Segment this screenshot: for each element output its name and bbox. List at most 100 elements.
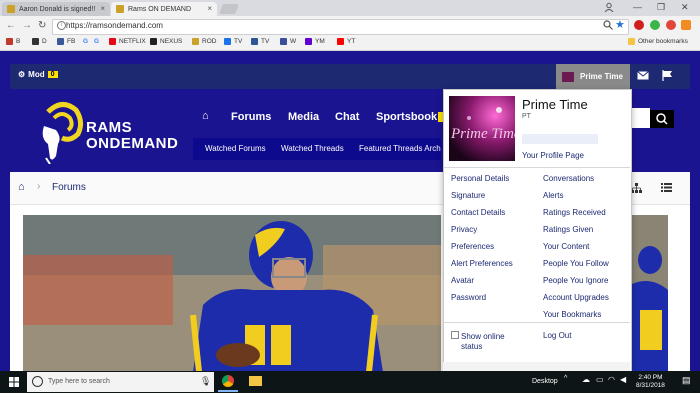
subnav-watched-forums[interactable]: Watched Forums bbox=[205, 144, 266, 153]
subnav-watched-threads[interactable]: Watched Threads bbox=[281, 144, 344, 153]
subnav-featured-threads[interactable]: Featured Threads Arch bbox=[359, 144, 441, 153]
bookmark-item[interactable]: D bbox=[32, 38, 47, 45]
link-your-bookmarks[interactable]: Your Bookmarks bbox=[543, 310, 601, 319]
avatar[interactable]: Prime Time bbox=[449, 96, 521, 161]
star-icon[interactable]: ★ bbox=[615, 18, 625, 31]
network-icon[interactable]: ▭ bbox=[596, 375, 604, 384]
bookmark-item[interactable]: NETFLIX bbox=[109, 38, 146, 45]
link-your-content[interactable]: Your Content bbox=[543, 242, 589, 251]
chrome-taskbar-icon[interactable] bbox=[222, 375, 234, 387]
gear-icon: ⚙ bbox=[18, 70, 26, 79]
brave-extension-icon[interactable] bbox=[681, 20, 691, 30]
link-contact-details[interactable]: Contact Details bbox=[451, 208, 505, 217]
flag-icon[interactable] bbox=[662, 70, 673, 83]
link-avatar[interactable]: Avatar bbox=[451, 276, 474, 285]
logout-link[interactable]: Log Out bbox=[543, 331, 571, 340]
nav-chat[interactable]: Chat bbox=[335, 111, 359, 123]
link-people-you-follow[interactable]: People You Follow bbox=[543, 259, 609, 268]
cloud-icon[interactable]: ☁ bbox=[582, 375, 590, 384]
user-menu-button[interactable]: Prime Time bbox=[556, 64, 630, 89]
extension-icon[interactable] bbox=[650, 20, 660, 30]
envelope-icon[interactable] bbox=[637, 71, 649, 82]
forward-icon[interactable]: → bbox=[22, 20, 32, 31]
bookmark-item[interactable]: G bbox=[83, 38, 88, 45]
link-password[interactable]: Password bbox=[451, 293, 486, 302]
bookmark-item[interactable]: NEXUS bbox=[150, 38, 182, 45]
link-privacy[interactable]: Privacy bbox=[451, 225, 477, 234]
search-icon bbox=[656, 113, 668, 125]
zoom-icon[interactable] bbox=[603, 20, 613, 32]
profile-page-link[interactable]: Your Profile Page bbox=[522, 151, 584, 160]
opera-extension-icon[interactable] bbox=[634, 20, 644, 30]
site-logo-text[interactable]: RAMS ONDEMAND bbox=[86, 120, 178, 152]
mod-count-badge: 0 bbox=[47, 71, 58, 78]
mod-menu[interactable]: ⚙ Mod 0 bbox=[18, 70, 58, 79]
bookmark-item[interactable]: B bbox=[6, 38, 20, 45]
link-signature[interactable]: Signature bbox=[451, 191, 485, 200]
taskbar-search-placeholder: Type here to search bbox=[48, 378, 110, 385]
show-online-checkbox[interactable] bbox=[451, 331, 459, 339]
close-tab-icon[interactable]: × bbox=[100, 4, 105, 13]
link-alerts[interactable]: Alerts bbox=[543, 191, 563, 200]
bookmark-item[interactable]: W bbox=[280, 38, 296, 45]
favicon-icon bbox=[116, 5, 124, 13]
microphone-icon[interactable]: 🎙 bbox=[200, 376, 211, 387]
minimize-icon[interactable]: — bbox=[633, 2, 642, 12]
windows-start-icon[interactable] bbox=[9, 377, 19, 389]
info-icon[interactable]: i bbox=[57, 21, 66, 30]
reload-icon[interactable]: ↻ bbox=[38, 20, 46, 31]
list-icon[interactable] bbox=[661, 183, 672, 194]
site-logo-icon[interactable] bbox=[38, 98, 86, 166]
bookmark-item[interactable]: YM bbox=[305, 38, 325, 45]
notifications-icon[interactable]: ▤ bbox=[682, 375, 691, 386]
url-text: https://ramsondemand.com bbox=[66, 21, 163, 30]
link-account-upgrades[interactable]: Account Upgrades bbox=[543, 293, 609, 302]
bookmark-item[interactable]: FB bbox=[57, 38, 75, 45]
divider bbox=[443, 322, 630, 323]
nav-forums[interactable]: Forums bbox=[231, 111, 271, 123]
home-icon[interactable]: ⌂ bbox=[18, 181, 25, 193]
breadcrumb[interactable]: Forums bbox=[52, 182, 86, 193]
browser-tab[interactable]: Aaron Donald is signed!! × bbox=[2, 2, 110, 16]
nav-sportsbook[interactable]: Sportsbook bbox=[376, 111, 437, 123]
active-indicator bbox=[218, 390, 238, 392]
extension-icon[interactable] bbox=[666, 20, 676, 30]
search-button[interactable] bbox=[650, 110, 674, 128]
other-bookmarks[interactable]: Other bookmarks bbox=[628, 38, 688, 45]
sitemap-icon[interactable] bbox=[631, 183, 642, 195]
link-ratings-given[interactable]: Ratings Given bbox=[543, 225, 593, 234]
bookmark-item[interactable]: TV bbox=[224, 38, 242, 45]
mod-label: Mod bbox=[28, 70, 45, 79]
show-online-label[interactable]: Show online status bbox=[461, 332, 505, 352]
search-input[interactable] bbox=[632, 108, 650, 128]
file-explorer-icon[interactable] bbox=[249, 376, 262, 386]
dropdown-user-name[interactable]: Prime Time bbox=[522, 97, 588, 112]
home-icon[interactable]: ⌂ bbox=[202, 110, 209, 122]
user-name: Prime Time bbox=[580, 72, 623, 81]
bookmark-item[interactable]: YT bbox=[337, 38, 355, 45]
close-window-icon[interactable]: ✕ bbox=[681, 2, 689, 13]
profile-icon[interactable] bbox=[604, 2, 614, 13]
hero-photo bbox=[23, 215, 441, 372]
back-icon[interactable]: ← bbox=[6, 20, 16, 31]
link-preferences[interactable]: Preferences bbox=[451, 242, 494, 251]
status-update-input[interactable] bbox=[522, 134, 598, 144]
link-ratings-received[interactable]: Ratings Received bbox=[543, 208, 606, 217]
link-people-you-ignore[interactable]: People You Ignore bbox=[543, 276, 608, 285]
taskbar-clock[interactable]: 2:40 PM 8/31/2018 bbox=[636, 374, 665, 390]
link-conversations[interactable]: Conversations bbox=[543, 174, 594, 183]
link-personal-details[interactable]: Personal Details bbox=[451, 174, 509, 183]
restore-icon[interactable]: ❐ bbox=[657, 2, 665, 13]
nav-media[interactable]: Media bbox=[288, 111, 319, 123]
close-tab-icon[interactable]: × bbox=[207, 4, 212, 13]
volume-icon[interactable]: ◀ bbox=[620, 375, 626, 384]
dropdown-footer bbox=[443, 362, 630, 371]
bookmark-item[interactable]: ROD bbox=[192, 38, 216, 45]
bookmark-item[interactable]: G bbox=[94, 38, 99, 45]
chevron-up-icon[interactable]: ^ bbox=[564, 375, 567, 382]
bookmark-item[interactable]: TV bbox=[251, 38, 269, 45]
wifi-icon[interactable]: ◠ bbox=[608, 375, 615, 384]
desktop-toolbar[interactable]: Desktop bbox=[532, 378, 558, 385]
browser-tab-active[interactable]: Rams ON DEMAND × bbox=[111, 2, 217, 16]
link-alert-preferences[interactable]: Alert Preferences bbox=[451, 259, 513, 268]
